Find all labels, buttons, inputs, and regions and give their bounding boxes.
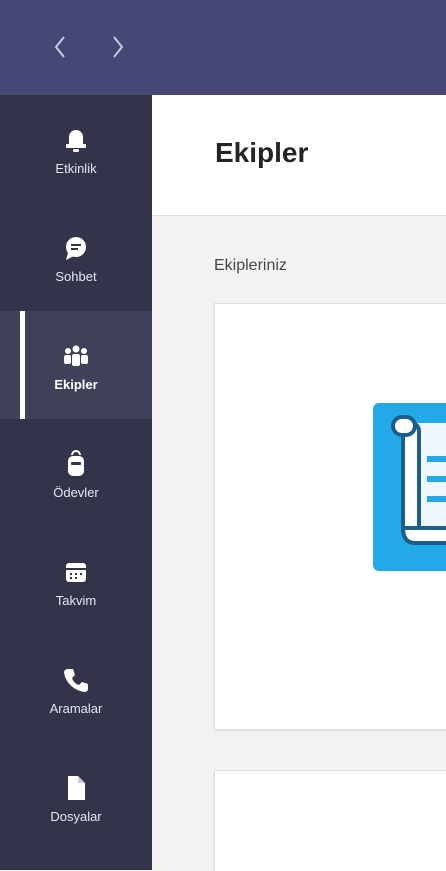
chevron-left-icon: [54, 36, 65, 58]
rail-item-label: Aramalar: [49, 700, 103, 716]
calendar-icon: [59, 555, 93, 589]
rail-item-files[interactable]: Dosyalar: [0, 743, 152, 851]
teams-icon: [59, 339, 93, 373]
rail-item-label: Sohbet: [55, 268, 97, 284]
rail-item-label: Etkinlik: [55, 160, 97, 176]
rail-item-assignments[interactable]: Ödevler: [0, 419, 152, 527]
rail-item-label: Ödevler: [53, 484, 99, 500]
bell-icon: [59, 123, 93, 157]
app-bar: Etkinlik Sohbet Ekipler Ödevler Takvim A…: [0, 95, 152, 870]
rail-item-label: Ekipler: [54, 376, 98, 392]
back-button[interactable]: [48, 32, 72, 62]
forward-button[interactable]: [106, 32, 130, 62]
team-avatar: [373, 403, 446, 571]
rail-item-calendar[interactable]: Takvim: [0, 527, 152, 635]
section-title: Ekipleriniz: [214, 257, 287, 274]
chat-icon: [59, 231, 93, 265]
page-title: Ekipler: [215, 137, 309, 168]
chevron-right-icon: [113, 36, 124, 58]
rail-item-activity[interactable]: Etkinlik: [0, 95, 152, 203]
title-bar: [0, 0, 446, 95]
rail-item-calls[interactable]: Aramalar: [0, 635, 152, 743]
scroll-icon: [391, 415, 446, 545]
phone-icon: [59, 663, 93, 697]
rail-item-chat[interactable]: Sohbet: [0, 203, 152, 311]
team-card[interactable]: [214, 770, 446, 871]
backpack-icon: [59, 447, 93, 481]
rail-item-teams[interactable]: Ekipler: [0, 311, 152, 419]
team-card[interactable]: [214, 303, 446, 730]
main-content: Ekipler Ekipleriniz: [152, 95, 446, 871]
rail-item-label: Takvim: [55, 592, 97, 608]
file-icon: [59, 771, 93, 805]
rail-item-label: Dosyalar: [50, 808, 102, 824]
page-header: Ekipler: [152, 95, 446, 216]
